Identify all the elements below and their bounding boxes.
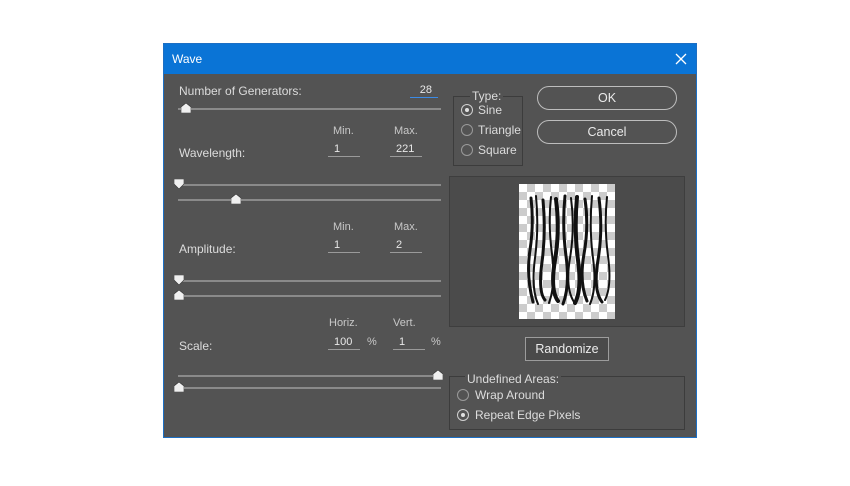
scale-horiz-header: Horiz. <box>329 317 358 329</box>
wavelength-min-slider-thumb[interactable] <box>174 179 184 189</box>
scale-vert-header: Vert. <box>393 317 416 329</box>
scale-horiz-unit: % <box>367 336 377 348</box>
type-square-label[interactable]: Square <box>478 143 517 157</box>
wave-preview-image <box>519 184 615 319</box>
generators-slider-track[interactable] <box>178 108 441 110</box>
generators-slider-thumb[interactable] <box>181 103 191 113</box>
scale-horiz-slider-thumb[interactable] <box>433 370 443 380</box>
preview-panel <box>449 176 685 327</box>
scale-vert-unit: % <box>431 336 441 348</box>
type-square-radio[interactable] <box>461 144 473 156</box>
amplitude-min-slider-track[interactable] <box>178 280 441 282</box>
scale-vert-slider-track[interactable] <box>178 387 441 389</box>
amplitude-max-slider-thumb[interactable] <box>174 290 184 300</box>
type-triangle-label[interactable]: Triangle <box>478 123 521 137</box>
close-button[interactable] <box>666 44 696 74</box>
undefined-areas-legend: Undefined Areas: <box>465 372 562 386</box>
amplitude-max-input[interactable]: 2 <box>390 237 422 253</box>
scale-vert-input[interactable]: 1 <box>393 334 425 350</box>
ok-button[interactable]: OK <box>537 86 677 110</box>
wavelength-max-input[interactable]: 221 <box>390 141 422 157</box>
wavelength-max-slider-track[interactable] <box>178 199 441 201</box>
type-legend: Type: <box>470 89 504 103</box>
dialog-title: Wave <box>172 52 203 66</box>
repeat-edge-pixels-label[interactable]: Repeat Edge Pixels <box>475 408 580 422</box>
wrap-around-radio[interactable] <box>457 389 469 401</box>
repeat-edge-pixels-radio[interactable] <box>457 409 469 421</box>
cancel-button[interactable]: Cancel <box>537 120 677 144</box>
scale-label: Scale: <box>179 339 213 353</box>
amplitude-max-header: Max. <box>394 221 418 233</box>
wavelength-min-header: Min. <box>333 125 354 137</box>
amplitude-max-slider-track[interactable] <box>178 295 441 297</box>
amplitude-min-input[interactable]: 1 <box>328 237 360 253</box>
amplitude-min-slider-thumb[interactable] <box>174 275 184 285</box>
generators-label: Number of Generators: <box>179 84 302 98</box>
wrap-around-label[interactable]: Wrap Around <box>475 388 545 402</box>
wave-preview-stripes <box>527 194 611 306</box>
scale-horiz-slider-track[interactable] <box>178 375 441 377</box>
wavelength-label: Wavelength: <box>179 146 246 160</box>
scale-horiz-input[interactable]: 100 <box>328 334 360 350</box>
scale-vert-slider-thumb[interactable] <box>174 382 184 392</box>
wave-dialog: Wave Number of Generators: 28 Min. Max. … <box>163 43 697 438</box>
generators-input[interactable]: 28 <box>410 82 438 98</box>
wavelength-max-header: Max. <box>394 125 418 137</box>
type-triangle-radio[interactable] <box>461 124 473 136</box>
close-icon <box>675 53 687 65</box>
randomize-button[interactable]: Randomize <box>525 337 609 361</box>
wavelength-min-input[interactable]: 1 <box>328 141 360 157</box>
amplitude-min-header: Min. <box>333 221 354 233</box>
amplitude-label: Amplitude: <box>179 242 236 256</box>
title-bar: Wave <box>164 44 696 74</box>
wavelength-max-slider-thumb[interactable] <box>231 194 241 204</box>
type-sine-radio[interactable] <box>461 104 473 116</box>
type-sine-label[interactable]: Sine <box>478 103 502 117</box>
wavelength-min-slider-track[interactable] <box>178 184 441 186</box>
